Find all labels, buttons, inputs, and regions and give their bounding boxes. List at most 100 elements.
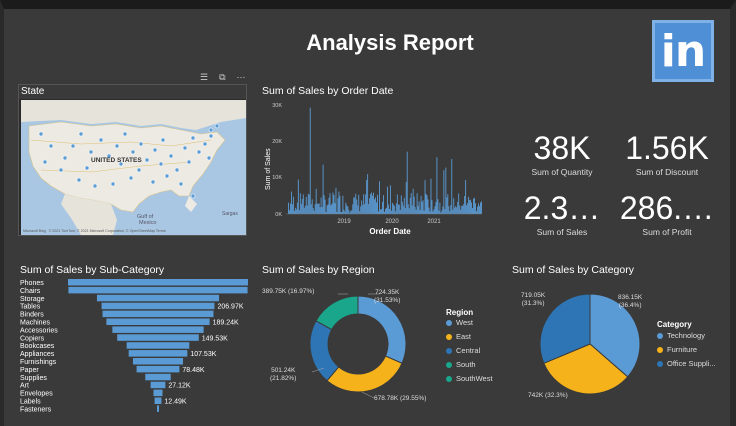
state-map-visual[interactable]: State UNITED STATES Gulf of Mexico Sargas… bbox=[18, 84, 247, 236]
funnel-bar[interactable] bbox=[153, 389, 163, 397]
category-callout-furniture: 742K (32.3%) bbox=[528, 392, 568, 399]
sales-spike bbox=[367, 174, 369, 214]
sales-spike bbox=[372, 195, 374, 214]
sales-spike bbox=[430, 178, 432, 214]
state-point[interactable] bbox=[152, 147, 158, 153]
sales-spike bbox=[363, 194, 365, 214]
state-point[interactable] bbox=[196, 149, 202, 155]
state-point[interactable] bbox=[144, 157, 150, 163]
state-point[interactable] bbox=[84, 165, 90, 171]
state-point[interactable] bbox=[88, 149, 94, 155]
region-legend-item[interactable]: East bbox=[446, 332, 471, 341]
sales-spike bbox=[415, 209, 417, 214]
state-point[interactable] bbox=[78, 131, 84, 137]
funnel-bar[interactable] bbox=[136, 365, 180, 373]
funnel-bar[interactable] bbox=[150, 381, 166, 389]
funnel-bar[interactable] bbox=[106, 318, 210, 326]
category-legend-item[interactable]: Office Suppli... bbox=[657, 359, 716, 368]
subcategory-funnel-chart[interactable]: PhonesChairsStorageTables 206.97K BindersM… bbox=[18, 278, 258, 418]
state-point[interactable] bbox=[202, 141, 208, 147]
funnel-bar[interactable] bbox=[157, 405, 159, 412]
funnel-bar[interactable] bbox=[128, 350, 188, 357]
state-point[interactable] bbox=[190, 135, 196, 141]
state-point[interactable] bbox=[150, 179, 156, 185]
state-point[interactable] bbox=[76, 177, 82, 183]
state-point[interactable] bbox=[48, 143, 54, 149]
state-point[interactable] bbox=[138, 141, 144, 147]
kpi-discount-label: Sum of Discount bbox=[635, 167, 699, 177]
sales-spike bbox=[418, 201, 420, 214]
state-point[interactable] bbox=[158, 161, 164, 167]
state-point[interactable] bbox=[190, 193, 196, 199]
sales-spike bbox=[300, 204, 302, 214]
region-legend-item[interactable]: Central bbox=[446, 346, 480, 355]
state-point[interactable] bbox=[208, 127, 214, 133]
state-point[interactable] bbox=[122, 131, 128, 137]
sales-spike bbox=[427, 199, 429, 214]
region-legend-item[interactable]: SouthWest bbox=[446, 374, 493, 383]
state-point[interactable] bbox=[42, 159, 48, 165]
state-point[interactable] bbox=[164, 173, 170, 179]
funnel-category-label: Labels bbox=[20, 399, 41, 406]
state-point[interactable] bbox=[168, 153, 174, 159]
state-point[interactable] bbox=[174, 167, 180, 173]
state-point[interactable] bbox=[182, 145, 188, 151]
funnel-bar[interactable] bbox=[132, 358, 184, 365]
funnel-bars[interactable]: PhonesChairsStorageTables 206.97K BindersM… bbox=[20, 279, 248, 413]
donut-slice-south[interactable] bbox=[315, 295, 359, 331]
state-point[interactable] bbox=[136, 167, 142, 173]
state-point[interactable] bbox=[160, 137, 166, 143]
legend-marker-icon bbox=[446, 347, 452, 354]
sales-spike bbox=[465, 179, 467, 214]
funnel-bar[interactable] bbox=[117, 334, 199, 341]
funnel-bar[interactable] bbox=[96, 294, 220, 302]
region-legend-item[interactable]: West bbox=[446, 318, 473, 327]
state-point[interactable] bbox=[62, 155, 68, 161]
sales-spike bbox=[358, 194, 360, 214]
state-point[interactable] bbox=[206, 155, 212, 161]
state-map[interactable]: UNITED STATES Gulf of Mexico Sargas Micro… bbox=[21, 100, 246, 235]
kpi-discount-value: 1.56K bbox=[625, 130, 709, 166]
state-point[interactable] bbox=[70, 143, 76, 149]
focus-mode-icon[interactable]: ⧉ bbox=[219, 72, 225, 83]
sales-spike bbox=[470, 199, 472, 214]
state-point[interactable] bbox=[214, 123, 220, 129]
state-point[interactable] bbox=[58, 167, 64, 173]
funnel-bar[interactable] bbox=[102, 310, 214, 318]
funnel-bar[interactable] bbox=[68, 286, 248, 294]
funnel-bar[interactable] bbox=[154, 397, 162, 405]
state-point[interactable] bbox=[178, 181, 184, 187]
state-point[interactable] bbox=[128, 175, 134, 181]
more-options-icon[interactable]: ⋯ bbox=[237, 72, 246, 83]
sales-spike bbox=[295, 209, 297, 214]
region-legend-item[interactable]: South bbox=[446, 360, 476, 369]
region-donut-chart[interactable] bbox=[290, 282, 430, 412]
sales-spike bbox=[421, 201, 423, 214]
state-point[interactable] bbox=[130, 149, 136, 155]
state-point[interactable] bbox=[114, 143, 120, 149]
filter-icon[interactable]: ☰ bbox=[200, 72, 208, 83]
donut-slices[interactable] bbox=[309, 295, 407, 393]
donut-slice-east[interactable] bbox=[326, 355, 403, 393]
funnel-bar[interactable] bbox=[68, 279, 248, 286]
funnel-bar[interactable] bbox=[126, 342, 190, 349]
state-point[interactable] bbox=[38, 131, 44, 137]
sales-spike bbox=[406, 151, 408, 214]
funnel-data-label: 206.97K bbox=[217, 304, 243, 311]
funnel-bar[interactable] bbox=[145, 373, 171, 381]
state-point[interactable] bbox=[110, 181, 116, 187]
state-point[interactable] bbox=[92, 183, 98, 189]
sales-spike bbox=[320, 197, 322, 214]
category-legend-item[interactable]: Technology bbox=[657, 331, 705, 340]
state-point[interactable] bbox=[98, 137, 104, 143]
funnel-bar[interactable] bbox=[112, 326, 204, 333]
sales-spike bbox=[350, 210, 352, 214]
order-date-chart[interactable]: 30K 20K 10K 0K Sum of Sales 2019 2020 20… bbox=[262, 98, 484, 238]
state-point[interactable] bbox=[208, 133, 214, 139]
legend-label: Office Suppli... bbox=[667, 359, 716, 368]
donut-slice-central[interactable] bbox=[309, 320, 340, 382]
funnel-bar[interactable] bbox=[101, 302, 215, 310]
state-point[interactable] bbox=[186, 159, 192, 165]
category-legend-item[interactable]: Furniture bbox=[657, 345, 697, 354]
donut-slice-west[interactable] bbox=[357, 295, 407, 364]
